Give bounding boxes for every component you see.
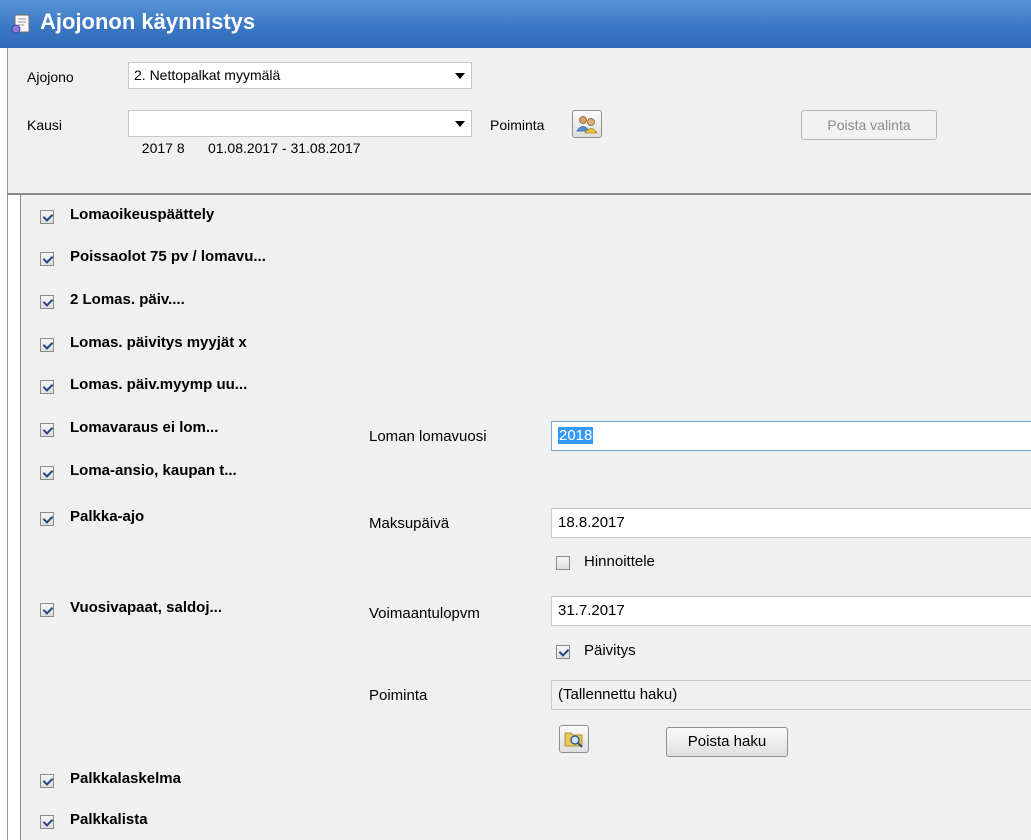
effective-date-value: 31.7.2017 [558, 602, 625, 619]
task-checkbox[interactable] [40, 815, 54, 829]
saved-search-field: (Tallennettu haku) [551, 680, 1031, 710]
payday-value: 18.8.2017 [558, 514, 625, 531]
holiday-year-label: Loman lomavuosi [369, 428, 487, 445]
task-checkbox[interactable] [40, 380, 54, 394]
holiday-year-value: 2018 [558, 427, 594, 444]
task-label: 2 Lomas. päiv.... [70, 291, 185, 308]
selection-label: Poiminta [490, 117, 545, 133]
task-checkbox[interactable] [40, 466, 54, 480]
task-checkbox[interactable] [40, 295, 54, 309]
update-checkbox[interactable] [556, 645, 570, 659]
users-selection-icon [576, 116, 598, 134]
task-label: Lomavaraus ei lom... [70, 419, 219, 436]
pricing-checkbox[interactable] [556, 556, 570, 570]
search-button[interactable] [559, 725, 589, 753]
period-label: Kausi [27, 117, 63, 133]
queue-label: Ajojono [27, 69, 74, 85]
task-checkbox[interactable] [40, 252, 54, 266]
chevron-down-icon[interactable] [455, 73, 465, 79]
queue-value: 2. Nettopalkat myymälä [134, 67, 281, 83]
task-label: Palkka-ajo [70, 508, 145, 525]
task-checkbox[interactable] [40, 512, 54, 526]
queue-combo[interactable]: 2. Nettopalkat myymälä [128, 62, 472, 89]
task-checkbox[interactable] [40, 423, 54, 437]
payday-label: Maksupäivä [369, 515, 450, 532]
search-folder-icon [564, 732, 583, 748]
task-label: Vuosivapaat, saldoj... [70, 599, 222, 616]
clear-search-button[interactable]: Poista haku [666, 727, 788, 757]
task-label: Lomas. päivitys myyjät x [70, 334, 247, 351]
task-label: Poissaolot 75 pv / lomavu... [70, 248, 266, 265]
task-label: Lomas. päiv.myymp uu... [70, 376, 248, 393]
period-combo[interactable]: 2017 8 01.08.2017 - 31.08.2017 [128, 110, 472, 156]
clear-selection-button[interactable]: Poista valinta [801, 110, 937, 140]
saved-search-value: (Tallennettu haku) [558, 686, 678, 703]
task-label: Loma-ansio, kaupan t... [70, 462, 237, 479]
left-border [7, 48, 8, 840]
task-checkbox[interactable] [40, 774, 54, 788]
selection-button[interactable] [572, 110, 602, 138]
form-icon [11, 14, 30, 34]
holiday-year-input[interactable]: 2018 [551, 421, 1031, 451]
task-label: Lomaoikeuspäättely [70, 206, 215, 223]
period-value: 2017 8 01.08.2017 - 31.08.2017 [141, 140, 361, 156]
effective-date-input[interactable]: 31.7.2017 [551, 596, 1031, 626]
title-bar: Ajojonon käynnistys [0, 0, 1031, 48]
effective-date-label: Voimaantulopvm [369, 605, 480, 622]
pricing-label: Hinnoittele [584, 553, 655, 570]
task-checkbox[interactable] [40, 338, 54, 352]
update-label: Päivitys [584, 642, 636, 659]
window-title: Ajojonon käynnistys [40, 9, 256, 34]
selection-param-label: Poiminta [369, 687, 428, 704]
task-label: Palkkalista [70, 811, 148, 828]
task-checkbox[interactable] [40, 210, 54, 224]
chevron-down-icon[interactable] [455, 121, 465, 127]
payday-input[interactable]: 18.8.2017 [551, 508, 1031, 538]
task-checkbox[interactable] [40, 603, 54, 617]
task-label: Palkkalaskelma [70, 770, 181, 787]
